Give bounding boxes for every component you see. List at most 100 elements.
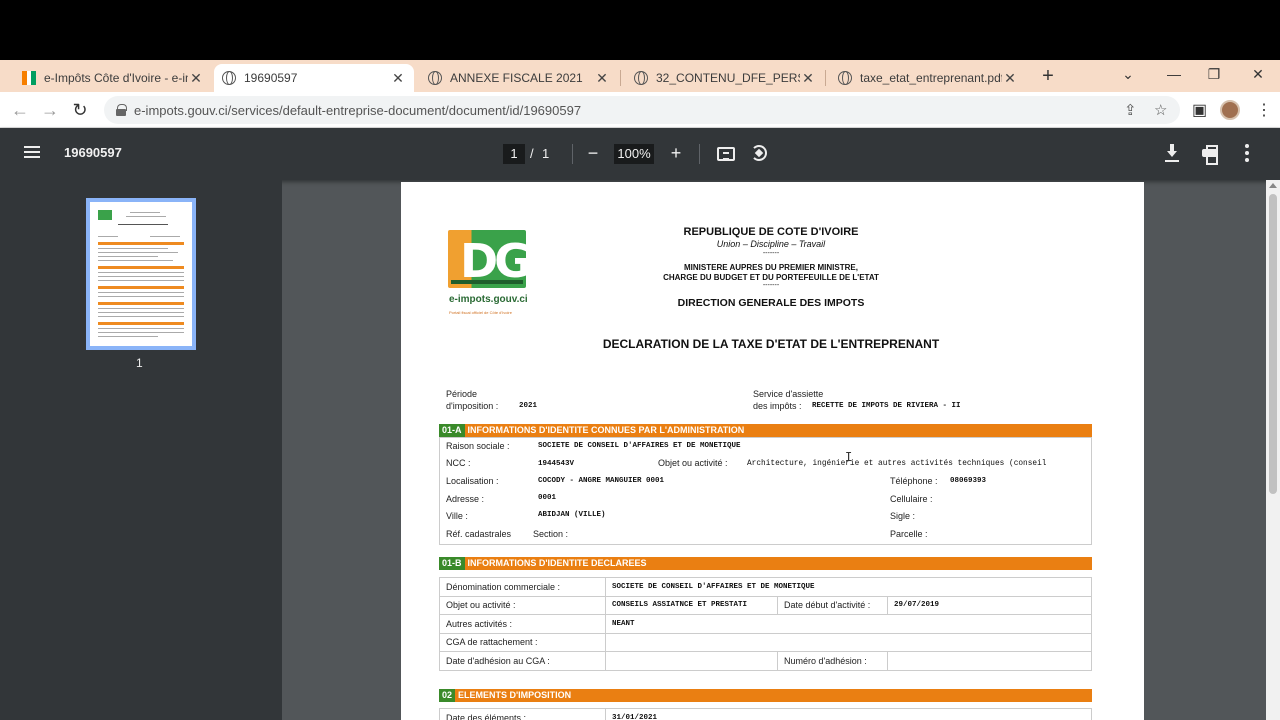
browser-menu-icon[interactable]: ⋮ (1256, 100, 1272, 120)
periode-value: 2021 (519, 402, 538, 410)
ncc-value: 1944543V (538, 460, 575, 468)
thumbnail-sidebar: 1 (0, 180, 282, 720)
reload-icon[interactable]: ↻ (70, 100, 90, 120)
globe-icon (838, 71, 852, 85)
tab-contenu-dfe[interactable]: 32_CONTENU_DFE_PERSONI ✕ (626, 64, 824, 92)
back-arrow-icon[interactable]: ← (10, 100, 30, 120)
autres-activites-label: Autres activités : (439, 614, 606, 634)
toolbar-divider (699, 144, 700, 164)
close-icon[interactable]: ✕ (800, 70, 816, 87)
date-debut-value: 29/07/2019 (887, 595, 1092, 615)
tab-19690597[interactable]: 19690597 ✕ (214, 64, 414, 92)
hamburger-menu-icon[interactable] (24, 146, 40, 158)
browser-toolbar: ← → ↻ e-impots.gouv.ci/services/default-… (0, 92, 1280, 128)
tab-e-impots[interactable]: e-Impôts Côte d'Ivoire - e-im ✕ (14, 64, 212, 92)
globe-icon (222, 71, 236, 85)
direction-heading: DIRECTION GENERALE DES IMPOTS (677, 297, 865, 309)
restore-icon[interactable]: ❐ (1204, 66, 1224, 83)
section-01a-header: 01-A INFORMATIONS D'IDENTITE CONNUES PAR … (439, 424, 1092, 437)
adresse-value: 0001 (538, 494, 557, 502)
adresse-label: Adresse : (446, 494, 485, 504)
ville-value: ABIDJAN (VILLE) (538, 511, 606, 519)
globe-icon (634, 71, 648, 85)
tab-taxe-etat[interactable]: taxe_etat_entreprenant.pdf ✕ (830, 64, 1026, 92)
ville-label: Ville : (446, 511, 468, 521)
bookmark-star-icon[interactable]: ☆ (1154, 101, 1167, 119)
text-cursor-icon: I (845, 450, 853, 464)
divider-dashes: ------- (762, 282, 780, 289)
tab-title: 19690597 (244, 71, 298, 85)
side-panel-icon[interactable]: ▣ (1192, 100, 1207, 120)
print-icon[interactable] (1202, 145, 1218, 165)
motto: Union – Discipline – Travail (716, 239, 826, 249)
minimize-icon[interactable]: — (1164, 66, 1184, 82)
share-icon[interactable]: ⇪ (1124, 101, 1137, 119)
close-icon[interactable]: ✕ (188, 70, 204, 87)
section-label: Section : (533, 529, 569, 539)
adhesion-num-label: Numéro d'adhésion : (777, 651, 888, 671)
window-close-icon[interactable]: ✕ (1248, 66, 1268, 83)
tab-strip: e-Impôts Côte d'Ivoire - e-im ✕ 19690597… (0, 60, 1280, 92)
divider-dashes: ------- (762, 250, 780, 257)
ref-cadastrales-label: Réf. cadastrales (446, 529, 512, 539)
telephone-label: Téléphone : (890, 476, 938, 486)
dgi-logo: DGI (448, 230, 545, 290)
new-tab-button[interactable]: + (1038, 66, 1058, 86)
objet-value: CONSEILS ASSIATNCE ET PRESTATI (605, 595, 778, 615)
tab-title: e-Impôts Côte d'Ivoire - e-im (44, 71, 188, 85)
raison-label: Raison sociale : (446, 441, 510, 451)
adhesion-date-value (605, 651, 778, 671)
browser-window: e-Impôts Côte d'Ivoire - e-im ✕ 19690597… (0, 60, 1280, 720)
rotate-icon[interactable] (751, 145, 767, 161)
zoom-in-icon[interactable]: + (665, 142, 687, 164)
ci-flag-icon (22, 71, 36, 85)
logo-site-text: e-impots.gouv.ci (449, 294, 528, 305)
more-options-icon[interactable] (1245, 144, 1249, 162)
close-icon[interactable]: ✕ (594, 70, 610, 87)
localisation-label: Localisation : (446, 476, 499, 486)
tab-title: 32_CONTENU_DFE_PERSONI (656, 71, 800, 85)
sigle-label: Sigle : (890, 511, 916, 521)
denomination-label: Dénomination commerciale : (439, 577, 606, 597)
download-icon[interactable] (1165, 144, 1179, 162)
close-icon[interactable]: ✕ (1002, 70, 1018, 87)
zoom-input[interactable]: 100% (614, 144, 654, 164)
date-elements-value: 31/01/2021 (605, 708, 1092, 720)
tab-search-chevron-icon[interactable]: ⌄ (1118, 66, 1138, 83)
country-heading: REPUBLIQUE DE COTE D'IVOIRE (683, 226, 859, 238)
section-01b-header: 01-B INFORMATIONS D'IDENTITE DECLAREES (439, 557, 1092, 570)
periode-label-2: d'imposition : (446, 401, 499, 411)
toolbar-divider (572, 144, 573, 164)
fit-page-icon[interactable] (717, 147, 735, 161)
logo-tagline: Portail fiscal officiel de Côte d'Ivoire (449, 310, 512, 315)
localisation-value: COCODY - ANGRE MANGUIER 0001 (538, 477, 665, 485)
scrollbar-thumb[interactable] (1269, 194, 1277, 494)
url-text: e-impots.gouv.ci/services/default-entrep… (134, 102, 582, 118)
vertical-scrollbar[interactable] (1266, 180, 1280, 720)
page-thumbnail[interactable] (86, 198, 196, 350)
zoom-out-icon[interactable]: − (582, 142, 604, 164)
tab-title: taxe_etat_entreprenant.pdf (860, 71, 1002, 85)
address-bar[interactable]: e-impots.gouv.ci/services/default-entrep… (104, 96, 1180, 124)
cellulaire-label: Cellulaire : (890, 494, 933, 504)
autres-activites-value: NEANT (605, 614, 1092, 634)
objet-value: Architecture, ingénierie et autres activ… (747, 460, 1047, 468)
ministry-line-1: MINISTERE AUPRES DU PREMIER MINISTRE, (684, 263, 858, 272)
periode-label: Période (446, 389, 478, 399)
page-number-input[interactable]: 1 (503, 144, 525, 164)
section-02-table: Date des éléments : 31/01/2021 (439, 708, 1092, 720)
tab-title: ANNEXE FISCALE 2021 (450, 71, 583, 85)
forward-arrow-icon[interactable]: → (40, 100, 60, 120)
adhesion-num-value (887, 651, 1092, 671)
declaration-title: DECLARATION DE LA TAXE D'ETAT DE L'ENTRE… (602, 337, 940, 351)
service-label-2: des impôts : (753, 401, 802, 411)
ministry-line-2: CHARGE DU BUDGET ET DU PORTEFEUILLE DE L… (663, 273, 879, 282)
tab-annexe-fiscale[interactable]: ANNEXE FISCALE 2021 ✕ (420, 64, 618, 92)
denomination-value: SOCIETE DE CONSEIL D'AFFAIRES ET DE MONE… (605, 577, 1092, 597)
ncc-label: NCC : (446, 458, 471, 468)
scroll-up-icon[interactable] (1269, 183, 1277, 188)
profile-avatar[interactable] (1220, 100, 1240, 120)
close-icon[interactable]: ✕ (390, 70, 406, 87)
document-title: 19690597 (64, 145, 122, 160)
objet-label: Objet ou activité : (658, 458, 728, 468)
